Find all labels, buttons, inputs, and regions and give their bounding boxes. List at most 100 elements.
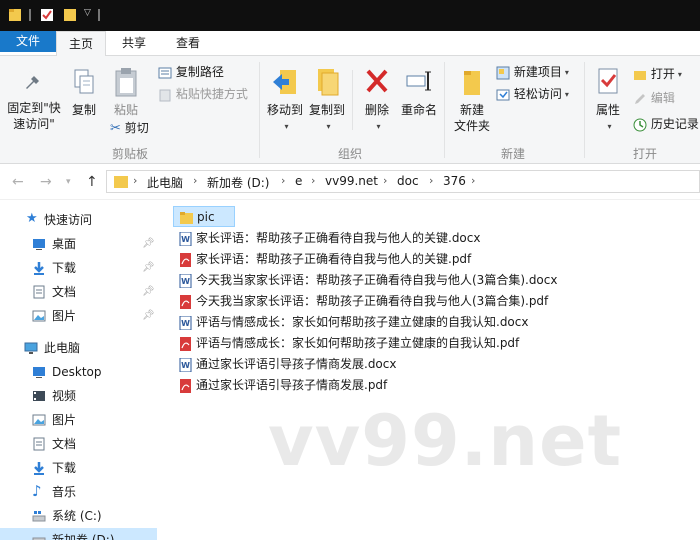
paste-button[interactable]: 粘贴 xyxy=(106,66,146,118)
breadcrumb-separator-icon: › xyxy=(193,174,198,187)
list-item-folder-pic[interactable]: pic xyxy=(173,206,235,227)
word-document-icon: W xyxy=(179,316,192,330)
delete-button[interactable]: 删除 ▾ xyxy=(358,66,396,135)
new-folder-icon[interactable] xyxy=(63,8,77,22)
breadcrumb-376[interactable]: 376 xyxy=(443,174,466,188)
navigation-bar: ← → ▾ ↑ › 此电脑 › 新加卷 (D:) › e › vv99.net … xyxy=(0,164,700,200)
desktop-icon xyxy=(33,367,45,378)
music-note-icon: ♪ xyxy=(32,482,42,500)
copy-path-label: 复制路径 xyxy=(175,65,224,79)
download-icon xyxy=(34,462,44,475)
sidebar-item-label: 视频 xyxy=(52,389,77,403)
easy-access-icon xyxy=(496,89,510,100)
breadcrumb-separator-icon: › xyxy=(281,174,286,187)
sidebar-item-downloads-pc[interactable]: 下载 xyxy=(0,456,157,480)
easy-access-button[interactable]: 轻松访问 ▾ xyxy=(496,84,569,104)
sidebar-item-label: 下载 xyxy=(52,261,77,275)
watermark: vv99.net xyxy=(268,400,623,482)
sidebar-item-music[interactable]: ♪ 音乐 xyxy=(0,480,157,504)
sidebar-item-documents[interactable]: 文档 📌︎ xyxy=(0,280,157,304)
properties-button[interactable]: 属性 ▾ xyxy=(588,66,628,135)
new-folder-button[interactable]: 新建 文件夹 xyxy=(449,66,495,134)
delete-dropdown-icon: ▾ xyxy=(376,121,381,131)
tab-home[interactable]: 主页 xyxy=(56,31,106,57)
file-name: 通过家长评语引导孩子情商发展.pdf xyxy=(196,378,388,392)
pin-quick-access-button[interactable]: 固定到"快速访问" xyxy=(4,68,64,132)
svg-text:W: W xyxy=(181,361,190,370)
tab-view[interactable]: 查看 xyxy=(162,31,214,56)
sidebar-item-desktop-pc[interactable]: Desktop xyxy=(0,360,157,384)
breadcrumb-separator-icon: › xyxy=(133,174,138,187)
breadcrumb-drive-d[interactable]: 新加卷 (D:) xyxy=(207,174,269,191)
word-document-icon: W xyxy=(179,232,192,246)
sidebar-item-label: 图片 xyxy=(52,309,77,323)
sidebar-item-label: Desktop xyxy=(52,365,102,379)
breadcrumb-this-pc[interactable]: 此电脑 xyxy=(147,174,183,191)
pin-icon[interactable]: 📌︎ xyxy=(142,256,155,280)
sidebar-item-videos[interactable]: 视频 xyxy=(0,384,157,408)
new-group-label: 新建 xyxy=(500,147,525,161)
pin-icon[interactable]: 📌︎ xyxy=(142,304,155,328)
title-separator xyxy=(98,9,100,21)
edit-button[interactable]: 编辑 xyxy=(633,88,675,108)
breadcrumb-doc[interactable]: doc xyxy=(397,174,419,188)
cut-button[interactable]: ✂ 剪切 xyxy=(110,118,149,138)
tab-file[interactable]: 文件 xyxy=(0,31,56,52)
sidebar-item-drive-c[interactable]: 系统 (C:) xyxy=(0,504,157,528)
new-folder-line1: 新建 xyxy=(459,103,484,117)
pictures-icon xyxy=(32,414,46,426)
pin-icon[interactable]: 📌︎ xyxy=(142,280,155,304)
new-item-button[interactable]: 新建项目 ▾ xyxy=(496,62,569,82)
sidebar-item-label: 文档 xyxy=(52,437,77,451)
copy-button[interactable]: 复制 xyxy=(66,68,102,118)
scissors-icon: ✂ xyxy=(110,121,121,136)
sidebar-item-drive-d[interactable]: 新加卷 (D:) xyxy=(0,528,157,540)
sidebar-item-label: 系统 (C:) xyxy=(52,509,102,523)
documents-icon xyxy=(33,437,45,451)
move-to-button[interactable]: 移动到 ▾ xyxy=(264,66,306,135)
breadcrumb-e[interactable]: e xyxy=(295,174,302,188)
sidebar-item-documents-pc[interactable]: 文档 xyxy=(0,432,157,456)
folder-icon xyxy=(114,176,128,188)
sidebar-item-downloads[interactable]: 下载 📌︎ xyxy=(0,256,157,280)
rename-button[interactable]: 重命名 xyxy=(398,66,440,118)
documents-icon xyxy=(33,285,45,299)
rename-label: 重命名 xyxy=(400,103,437,117)
address-bar[interactable]: › 此电脑 › 新加卷 (D:) › e › vv99.net › doc › … xyxy=(106,170,700,193)
system-drive-icon xyxy=(32,511,46,522)
easy-access-label: 轻松访问 xyxy=(513,87,562,101)
sidebar-item-label: 快速访问 xyxy=(44,213,93,227)
open-button[interactable]: 打开 ▾ xyxy=(633,64,682,84)
copy-path-button[interactable]: 复制路径 xyxy=(158,62,224,82)
svg-text:W: W xyxy=(181,319,190,328)
breadcrumb-separator-icon: › xyxy=(311,174,316,187)
pin-icon[interactable]: 📌︎ xyxy=(142,232,155,256)
forward-arrow-icon[interactable]: → xyxy=(40,174,52,190)
copy-to-button[interactable]: 复制到 ▾ xyxy=(306,66,348,135)
paste-shortcut-button[interactable]: 粘贴快捷方式 xyxy=(158,84,248,104)
tab-share[interactable]: 共享 xyxy=(108,31,160,56)
copy-label: 复制 xyxy=(71,103,96,117)
sidebar-item-desktop[interactable]: 桌面 📌︎ xyxy=(0,232,157,256)
folder-icon xyxy=(180,212,193,224)
folder-icon[interactable] xyxy=(8,8,22,22)
properties-label: 属性 xyxy=(595,103,620,117)
sidebar-item-label: 文档 xyxy=(52,285,77,299)
history-button[interactable]: 历史记录 xyxy=(633,114,699,134)
sidebar-item-pictures[interactable]: 图片 📌︎ xyxy=(0,304,157,328)
move-to-label: 移动到 xyxy=(266,103,303,117)
properties-check-icon[interactable] xyxy=(40,8,54,22)
breadcrumb-separator-icon: › xyxy=(429,174,434,187)
up-arrow-icon[interactable]: ↑ xyxy=(86,174,98,190)
sidebar-item-quick-access[interactable]: ★ 快速访问 xyxy=(0,208,157,232)
breadcrumb-vv99[interactable]: vv99.net xyxy=(325,174,378,188)
delete-label: 删除 xyxy=(364,103,389,117)
pdf-document-icon xyxy=(180,379,191,393)
sidebar-item-pictures-pc[interactable]: 图片 xyxy=(0,408,157,432)
qat-dropdown-icon[interactable]: ▽ xyxy=(84,8,91,18)
recent-locations-chevron-icon[interactable]: ▾ xyxy=(66,177,71,187)
sidebar-item-this-pc[interactable]: 此电脑 xyxy=(0,336,157,360)
back-arrow-icon[interactable]: ← xyxy=(12,174,24,190)
breadcrumb-separator-icon: › xyxy=(383,174,388,187)
pictures-icon xyxy=(32,310,46,322)
